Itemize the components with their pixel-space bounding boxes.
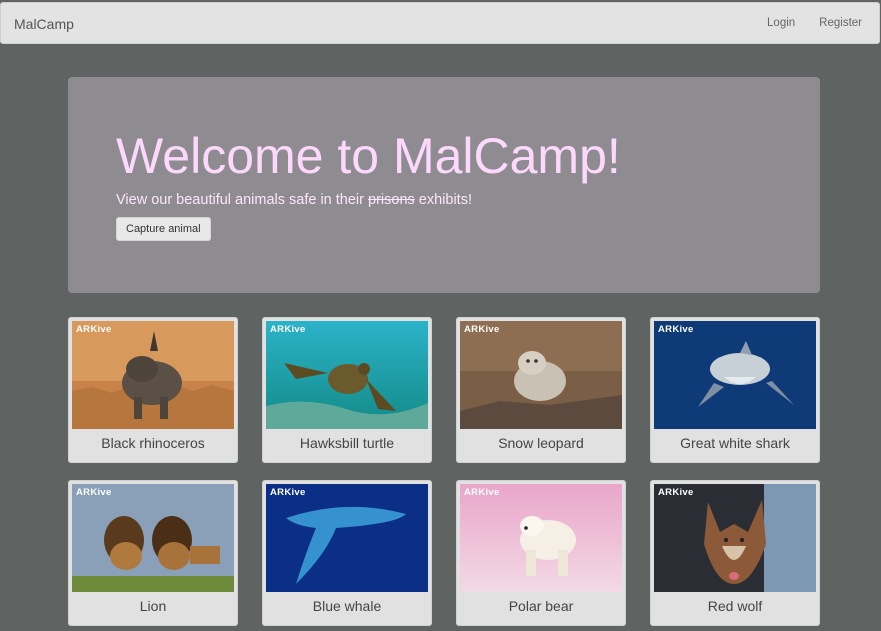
animal-name: Blue whale xyxy=(312,598,382,614)
hero-title: Welcome to MalCamp! xyxy=(116,128,621,184)
animal-card-polar-bear[interactable]: ARKive Polar bear xyxy=(456,480,626,626)
arkive-watermark: ARKive xyxy=(270,324,306,335)
arkive-watermark: ARKive xyxy=(464,324,500,335)
animal-photo: ARKive xyxy=(654,484,816,592)
animal-card-snow-leopard[interactable]: ARKive Snow leopard xyxy=(456,317,626,463)
arkive-watermark: ARKive xyxy=(658,487,694,498)
animal-card-red-wolf[interactable]: ARKive Red wolf xyxy=(650,480,820,626)
hero-jumbotron: Welcome to MalCamp! View our beautiful a… xyxy=(68,77,820,293)
animal-card-great-white-shark[interactable]: ARKive Great white shark xyxy=(650,317,820,463)
animal-photo: ARKive xyxy=(460,321,622,429)
capture-animal-button[interactable]: Capture animal xyxy=(116,217,211,241)
animal-photo: ARKive xyxy=(460,484,622,592)
nav-links: Login Register xyxy=(767,17,862,29)
animal-card-black-rhinoceros[interactable]: ARKive Black rhinoceros xyxy=(68,317,238,463)
arkive-watermark: ARKive xyxy=(270,487,306,498)
animal-name: Polar bear xyxy=(508,598,574,614)
animal-card-lion[interactable]: ARKive Lion xyxy=(68,480,238,626)
animal-card-hawksbill-turtle[interactable]: ARKive Hawksbill turtle xyxy=(262,317,432,463)
hero-tagline: View our beautiful animals safe in their… xyxy=(116,192,472,208)
arkive-watermark: ARKive xyxy=(76,324,112,335)
tagline-text-before: View our beautiful animals safe in their xyxy=(116,192,369,208)
arkive-watermark: ARKive xyxy=(464,487,500,498)
animal-photo: ARKive xyxy=(72,484,234,592)
shark-photo xyxy=(654,321,816,429)
animal-card-blue-whale[interactable]: ARKive Blue whale xyxy=(262,480,432,626)
register-link[interactable]: Register xyxy=(819,17,862,29)
arkive-watermark: ARKive xyxy=(76,487,112,498)
whale-photo xyxy=(266,484,428,592)
arkive-watermark: ARKive xyxy=(658,324,694,335)
polar-bear-photo xyxy=(460,484,622,592)
animal-photo: ARKive xyxy=(266,484,428,592)
animal-photo: ARKive xyxy=(72,321,234,429)
animal-photo: ARKive xyxy=(654,321,816,429)
brand-link[interactable]: MalCamp xyxy=(14,16,74,32)
snow-leopard-photo xyxy=(460,321,622,429)
tagline-text-after: exhibits! xyxy=(414,192,472,208)
animal-name: Red wolf xyxy=(707,598,763,614)
animal-name: Snow leopard xyxy=(498,435,584,451)
animal-name: Hawksbill turtle xyxy=(299,435,395,451)
turtle-photo xyxy=(266,321,428,429)
red-wolf-photo xyxy=(654,484,816,592)
login-link[interactable]: Login xyxy=(767,17,795,29)
animal-name: Black rhinoceros xyxy=(101,435,205,451)
rhino-photo xyxy=(72,321,234,429)
animal-name: Great white shark xyxy=(680,435,790,451)
animal-name: Lion xyxy=(139,598,167,614)
navbar: MalCamp Login Register xyxy=(0,2,880,44)
animal-photo: ARKive xyxy=(266,321,428,429)
tagline-struck-word: prisons xyxy=(368,192,415,208)
lion-photo xyxy=(72,484,234,592)
